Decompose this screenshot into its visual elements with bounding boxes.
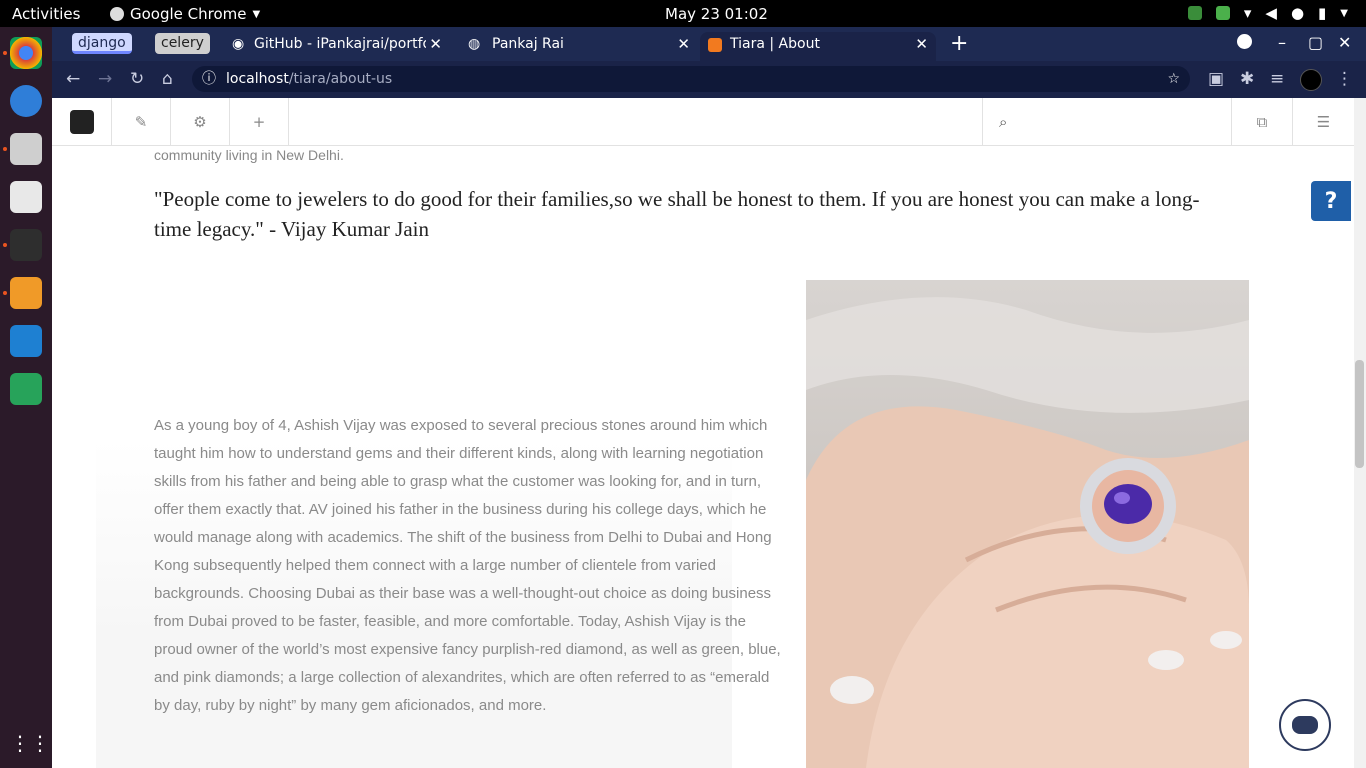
- tab-pankaj-rai[interactable]: ◍ Pankaj Rai ✕: [462, 32, 698, 61]
- search-icon: ⌕: [999, 113, 1008, 131]
- power-menu-icon[interactable]: ▼: [1340, 8, 1348, 19]
- minimize-icon[interactable]: –: [1278, 33, 1286, 52]
- url-host: localhost: [226, 71, 289, 87]
- github-icon: ◉: [232, 36, 245, 52]
- robot-icon: [1292, 716, 1318, 734]
- update-icon[interactable]: [1215, 6, 1230, 20]
- tab-tiara-about[interactable]: Tiara | About ✕: [700, 32, 936, 61]
- tab-title: Pankaj Rai: [492, 36, 564, 52]
- dock: ⋮⋮: [0, 27, 52, 768]
- tab-title: Tiara | About: [730, 36, 820, 52]
- info-icon[interactable]: ⓘ: [202, 66, 216, 92]
- cms-toolbar: ✎ ⚙ + ⌕ ⧉ ☰: [52, 98, 1354, 146]
- structure-icon: ⧉: [1256, 113, 1268, 131]
- sublime-icon[interactable]: [10, 277, 42, 309]
- bookmark-star-icon[interactable]: ☆: [1167, 66, 1180, 92]
- cms-edit-button[interactable]: ✎: [112, 98, 171, 146]
- browser-tab-strip: django celery ◉ GitHub - iPankajrai/port…: [52, 27, 1366, 61]
- wifi-icon[interactable]: ▾: [1244, 4, 1252, 22]
- app-menu[interactable]: Google Chrome ▼: [110, 5, 260, 23]
- ring-hand-illustration: [806, 297, 1249, 768]
- battery-icon[interactable]: ▮: [1318, 4, 1326, 22]
- extensions-puzzle-icon[interactable]: ✱: [1240, 70, 1254, 88]
- mic-icon[interactable]: ●: [1291, 4, 1304, 22]
- thunderbird-icon[interactable]: [10, 85, 42, 117]
- url-path: /tiara/about-us: [288, 71, 393, 87]
- bookmark-chip-django[interactable]: django: [72, 33, 132, 54]
- text-editor-icon[interactable]: [10, 181, 42, 213]
- activities-button[interactable]: Activities: [12, 5, 80, 23]
- forward-icon[interactable]: →: [98, 70, 112, 88]
- about-paragraph: As a young boy of 4, Ashish Vijay was ex…: [154, 417, 781, 714]
- ring-photo: [806, 280, 1249, 768]
- home-icon[interactable]: ⌂: [162, 70, 173, 88]
- cms-sideframe-button[interactable]: ☰: [1293, 98, 1354, 146]
- close-tab-icon[interactable]: ✕: [429, 32, 442, 56]
- close-window-icon[interactable]: ✕: [1338, 33, 1351, 52]
- caret-down-icon: ▼: [252, 8, 261, 20]
- help-button[interactable]: ?: [1311, 181, 1351, 221]
- scrollbar-thumb[interactable]: [1355, 360, 1364, 468]
- browser-toolbar: ← → ↻ ⌂ ⓘ localhost/tiara/about-us ☆ ▣ ✱…: [52, 61, 1366, 98]
- close-tab-icon[interactable]: ✕: [677, 32, 690, 56]
- vscode-icon[interactable]: [10, 325, 42, 357]
- app-name: Google Chrome: [130, 5, 247, 23]
- maximize-icon[interactable]: ▢: [1308, 33, 1323, 52]
- sliders-icon: ☰: [1316, 113, 1331, 131]
- globe-icon: ◍: [468, 36, 481, 52]
- founder-quote: "People come to jewelers to do good for …: [154, 187, 1200, 241]
- chrome-launcher-icon[interactable]: [10, 37, 42, 69]
- cms-structure-button[interactable]: ⧉: [1232, 98, 1293, 146]
- page-content: community living in New Delhi. "People c…: [52, 146, 1354, 768]
- files-icon[interactable]: [10, 133, 42, 165]
- tab-github[interactable]: ◉ GitHub - iPankajrai/portfo ✕: [228, 32, 450, 61]
- show-apps-icon[interactable]: ⋮⋮: [10, 727, 50, 759]
- plus-icon: +: [252, 113, 266, 131]
- media-control-icon[interactable]: ≡: [1270, 70, 1284, 88]
- system-top-bar: Activities Google Chrome ▼ May 23 01:02 …: [0, 0, 1366, 27]
- close-tab-icon[interactable]: ✕: [915, 32, 928, 56]
- back-icon[interactable]: ←: [66, 70, 80, 88]
- cms-logo-button[interactable]: [52, 98, 112, 146]
- volume-icon[interactable]: ◀: [1265, 4, 1277, 22]
- cms-logo-icon: [69, 110, 94, 134]
- tab-title: GitHub - iPankajrai/portfo: [254, 36, 426, 52]
- cms-settings-button[interactable]: ⚙: [171, 98, 230, 146]
- system-tray[interactable]: ▾ ◀ ● ▮ ▼: [1187, 4, 1348, 22]
- chatbot-button[interactable]: [1279, 699, 1331, 751]
- profile-avatar[interactable]: [1300, 69, 1322, 91]
- tab-search-icon[interactable]: [1237, 34, 1252, 49]
- chrome-menu-icon[interactable]: ⋮: [1336, 70, 1353, 88]
- lead-text: community living in New Delhi.: [154, 147, 344, 163]
- shield-icon[interactable]: [1187, 6, 1202, 20]
- extension-icon[interactable]: ▣: [1208, 70, 1224, 88]
- system-monitor-icon[interactable]: [10, 373, 42, 405]
- cms-search-field[interactable]: ⌕: [982, 98, 1232, 146]
- question-icon: ?: [1324, 188, 1338, 214]
- address-bar[interactable]: ⓘ localhost/tiara/about-us ☆: [192, 66, 1190, 92]
- reload-icon[interactable]: ↻: [130, 70, 144, 88]
- new-tab-icon[interactable]: +: [950, 31, 968, 56]
- terminal-icon[interactable]: [10, 229, 42, 261]
- pencil-icon: ✎: [134, 113, 148, 131]
- clock[interactable]: May 23 01:02: [665, 5, 768, 23]
- gear-icon: ⚙: [193, 113, 207, 131]
- tiara-favicon-icon: [708, 38, 722, 52]
- cms-add-button[interactable]: +: [230, 98, 289, 146]
- chrome-icon: [110, 7, 124, 21]
- bookmark-chip-celery[interactable]: celery: [155, 33, 210, 54]
